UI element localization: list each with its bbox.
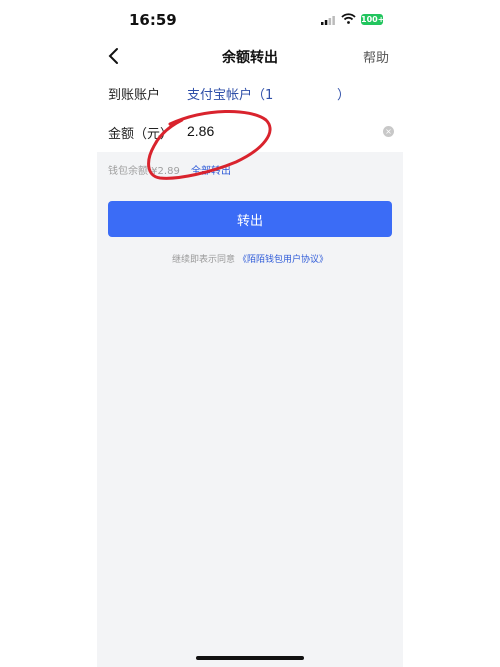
- account-value-close: ）: [337, 88, 351, 103]
- account-value[interactable]: 支付宝帐户（1: [187, 84, 273, 103]
- transfer-out-button[interactable]: 转出: [108, 201, 392, 237]
- home-indicator: [196, 656, 304, 660]
- agreement-text: 继续即表示同意 《陌陌钱包用户协议》: [97, 252, 403, 265]
- help-button[interactable]: 帮助: [363, 47, 389, 66]
- navigation-bar: 余额转出 帮助: [97, 40, 403, 74]
- wallet-balance: 钱包余额 ¥2.89: [108, 166, 180, 177]
- clear-circle-icon[interactable]: ×: [383, 126, 394, 137]
- status-time: 16:59: [129, 11, 177, 29]
- phone-screen: 16:59 100+ 余额转出 帮助 到账账户 支付宝帐户（1 ） 金额（元） …: [97, 0, 403, 667]
- amount-input[interactable]: [185, 120, 369, 142]
- transfer-all-link[interactable]: 全部转出: [191, 162, 231, 177]
- user-agreement-link[interactable]: 《陌陌钱包用户协议》: [238, 255, 328, 265]
- amount-label: 金额（元）: [108, 127, 174, 142]
- page-title: 余额转出: [222, 50, 278, 66]
- battery-icon: 100+: [361, 14, 385, 25]
- signal-icon: [321, 16, 335, 25]
- status-bar: 16:59 100+: [97, 0, 403, 40]
- account-label: 到账账户: [108, 88, 161, 103]
- agreement-prefix: 继续即表示同意: [172, 255, 236, 265]
- wifi-icon: [341, 13, 356, 24]
- transfer-form: 到账账户 支付宝帐户（1 ） 金额（元） ×: [97, 74, 403, 152]
